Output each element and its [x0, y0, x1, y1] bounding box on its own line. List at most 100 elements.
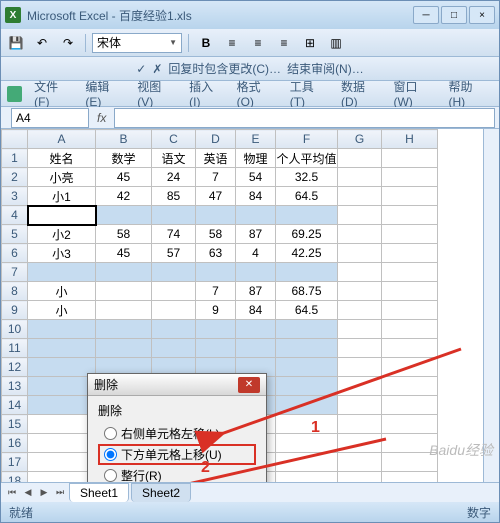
row-header[interactable]: 13: [2, 377, 28, 396]
cell[interactable]: 85: [152, 187, 196, 206]
align-right-icon[interactable]: ≡: [273, 32, 295, 54]
cell[interactable]: [28, 206, 96, 225]
cell[interactable]: 45: [96, 244, 152, 263]
cell[interactable]: [196, 320, 236, 339]
cell[interactable]: [338, 472, 382, 483]
cell[interactable]: [96, 301, 152, 320]
cell[interactable]: [382, 396, 438, 415]
cell[interactable]: [276, 358, 338, 377]
row-header[interactable]: 9: [2, 301, 28, 320]
row-header[interactable]: 4: [2, 206, 28, 225]
cell[interactable]: [152, 320, 196, 339]
row-header[interactable]: 2: [2, 168, 28, 187]
cell[interactable]: [338, 396, 382, 415]
font-selector[interactable]: 宋体: [92, 33, 182, 53]
cell[interactable]: [338, 225, 382, 244]
cell[interactable]: 4: [236, 244, 276, 263]
cell[interactable]: [28, 453, 96, 472]
tab-nav-last-icon[interactable]: ⏭: [53, 486, 67, 500]
cell[interactable]: [28, 339, 96, 358]
cell[interactable]: [28, 263, 96, 282]
dialog-close-button[interactable]: ✕: [238, 377, 260, 393]
cell[interactable]: 7: [196, 282, 236, 301]
cell[interactable]: 58: [196, 225, 236, 244]
cell[interactable]: [96, 339, 152, 358]
cell[interactable]: [28, 358, 96, 377]
cell[interactable]: [276, 339, 338, 358]
cell[interactable]: [382, 301, 438, 320]
cell[interactable]: 69.25: [276, 225, 338, 244]
cell[interactable]: [152, 301, 196, 320]
cell[interactable]: [338, 263, 382, 282]
cell[interactable]: [382, 377, 438, 396]
cell[interactable]: [382, 168, 438, 187]
cell[interactable]: [382, 149, 438, 168]
cell[interactable]: [276, 396, 338, 415]
cell[interactable]: [96, 320, 152, 339]
radio-input[interactable]: [104, 469, 117, 482]
row-header[interactable]: 16: [2, 434, 28, 453]
col-header-F[interactable]: F: [276, 130, 338, 149]
cell[interactable]: [152, 339, 196, 358]
cell[interactable]: [382, 415, 438, 434]
cell[interactable]: [382, 472, 438, 483]
cell[interactable]: 87: [236, 225, 276, 244]
redo-icon[interactable]: ↷: [57, 32, 79, 54]
cell[interactable]: 英语: [196, 149, 236, 168]
cell[interactable]: 57: [152, 244, 196, 263]
save-icon[interactable]: 💾: [5, 32, 27, 54]
cell[interactable]: [196, 206, 236, 225]
row-header[interactable]: 10: [2, 320, 28, 339]
cell[interactable]: [236, 339, 276, 358]
cell[interactable]: [236, 206, 276, 225]
cell[interactable]: [382, 339, 438, 358]
cell[interactable]: [236, 263, 276, 282]
cell[interactable]: 小3: [28, 244, 96, 263]
cell[interactable]: 87: [236, 282, 276, 301]
cell[interactable]: [28, 320, 96, 339]
cell[interactable]: 小亮: [28, 168, 96, 187]
cell[interactable]: 54: [236, 168, 276, 187]
cell[interactable]: [382, 225, 438, 244]
cell[interactable]: [196, 263, 236, 282]
row-header[interactable]: 3: [2, 187, 28, 206]
formula-bar[interactable]: [114, 108, 495, 128]
cell[interactable]: [152, 206, 196, 225]
cell[interactable]: [96, 282, 152, 301]
cell[interactable]: [28, 415, 96, 434]
cell[interactable]: [338, 453, 382, 472]
col-header-G[interactable]: G: [338, 130, 382, 149]
cell[interactable]: [382, 187, 438, 206]
cell[interactable]: 小: [28, 301, 96, 320]
radio-input[interactable]: [104, 427, 117, 440]
cell[interactable]: 物理: [236, 149, 276, 168]
cell[interactable]: [382, 206, 438, 225]
name-box[interactable]: A4: [11, 108, 89, 128]
cell[interactable]: 小1: [28, 187, 96, 206]
cell[interactable]: [338, 434, 382, 453]
radio-shift-left[interactable]: 右侧单元格左移(L): [98, 423, 256, 444]
cell[interactable]: 42: [96, 187, 152, 206]
close-button[interactable]: ×: [469, 6, 495, 24]
cell[interactable]: 45: [96, 168, 152, 187]
col-header-C[interactable]: C: [152, 130, 196, 149]
cell[interactable]: [276, 453, 338, 472]
cell[interactable]: [276, 263, 338, 282]
vertical-scrollbar[interactable]: [483, 129, 499, 482]
sheet-tab-1[interactable]: Sheet1: [69, 483, 129, 502]
cell[interactable]: [28, 434, 96, 453]
cell[interactable]: 68.75: [276, 282, 338, 301]
cell[interactable]: [276, 472, 338, 483]
cell[interactable]: [338, 168, 382, 187]
cell[interactable]: [96, 206, 152, 225]
cell[interactable]: 84: [236, 301, 276, 320]
maximize-button[interactable]: □: [441, 6, 467, 24]
row-header[interactable]: 1: [2, 149, 28, 168]
cell[interactable]: 小2: [28, 225, 96, 244]
cell[interactable]: [382, 244, 438, 263]
col-header-B[interactable]: B: [96, 130, 152, 149]
cell[interactable]: 24: [152, 168, 196, 187]
col-header-H[interactable]: H: [382, 130, 438, 149]
cell[interactable]: [276, 206, 338, 225]
merge-icon[interactable]: ⊞: [299, 32, 321, 54]
